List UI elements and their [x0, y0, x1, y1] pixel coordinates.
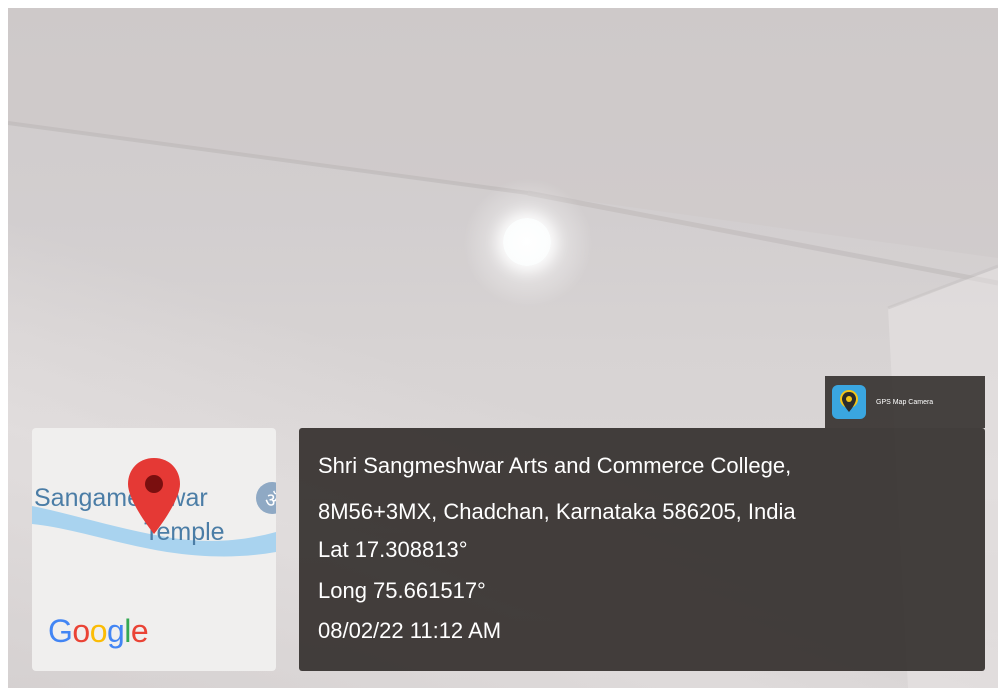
app-name: GPS Map Camera [876, 398, 934, 406]
ceiling-light [503, 218, 551, 266]
map-thumbnail[interactable]: ॐ Sangameshwar Temple Google [32, 428, 276, 671]
location-address: 8M56+3MX, Chadchan, Karnataka 586205, In… [318, 499, 796, 524]
location-name: Shri Sangmeshwar Arts and Commerce Colle… [318, 453, 792, 478]
gps-map-camera-logo-icon [832, 385, 866, 419]
timestamp-text: 08/02/22 11:12 AM [318, 618, 502, 643]
longitude-text: Long 75.661517° [318, 578, 486, 603]
google-logo: Google [48, 613, 149, 649]
app-badge: GPS Map Camera [825, 376, 985, 428]
latitude-text: Lat 17.308813° [318, 537, 468, 562]
location-info-panel: Shri Sangmeshwar Arts and Commerce Colle… [299, 428, 985, 671]
